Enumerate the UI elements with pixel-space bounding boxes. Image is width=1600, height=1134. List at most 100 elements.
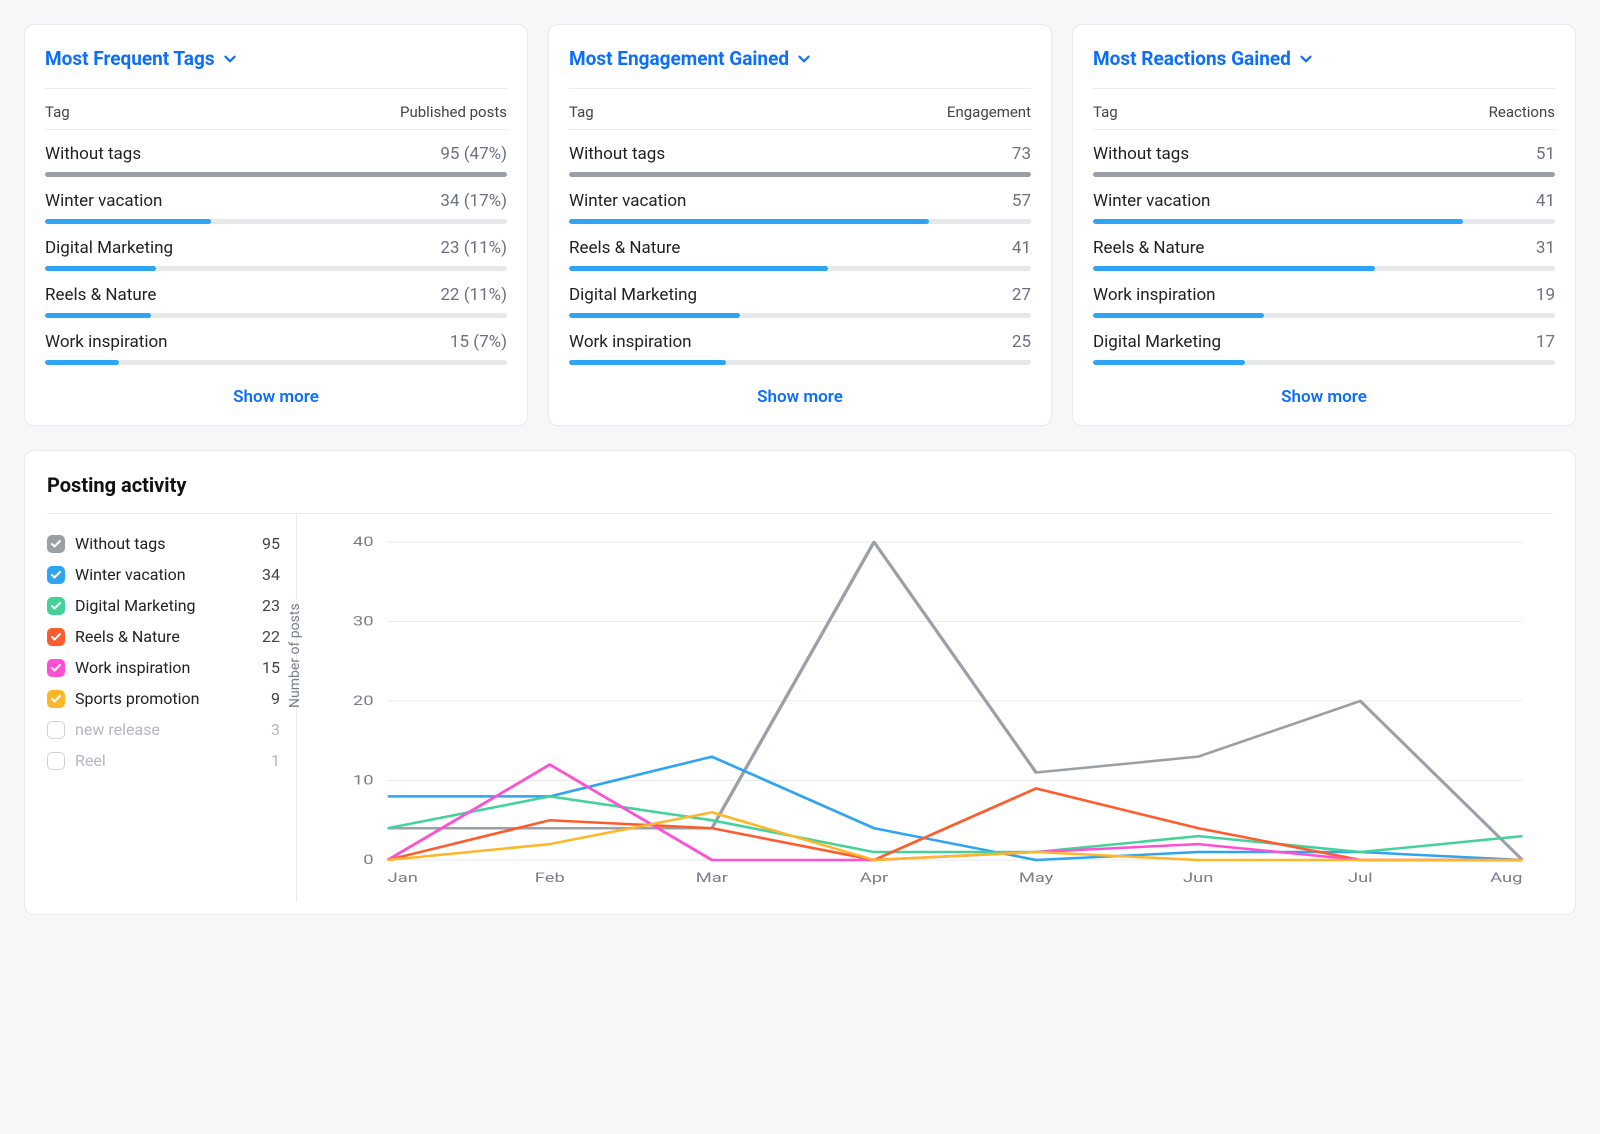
list-item: Without tags95 (47%): [45, 130, 507, 177]
legend-label: Sports promotion: [75, 689, 261, 708]
legend-checkbox[interactable]: [47, 597, 65, 615]
row-value: 57: [1012, 191, 1031, 211]
card-table-head: Tag Engagement: [569, 89, 1031, 130]
legend-value: 22: [262, 627, 280, 646]
posting-chart-area: Number of posts 010203040JanFebMarAprMay…: [297, 514, 1553, 902]
show-more-button[interactable]: Show more: [569, 387, 1031, 407]
list-item: Digital Marketing27: [569, 271, 1031, 318]
svg-text:Jan: Jan: [388, 870, 418, 886]
list-item: Reels & Nature 31: [1093, 224, 1555, 271]
tag-card: Most Frequent Tags Tag Published posts With…: [24, 24, 528, 426]
show-more-button[interactable]: Show more: [1093, 387, 1555, 407]
legend-value: 3: [271, 720, 280, 739]
svg-text:0: 0: [363, 852, 373, 868]
bar-fill: [1093, 360, 1245, 365]
card-title-text: Most Engagement Gained: [569, 47, 789, 70]
legend-label: Reels & Nature: [75, 627, 252, 646]
col-left-label: Tag: [569, 103, 594, 121]
list-item: Work inspiration25: [569, 318, 1031, 365]
row-label: Work inspiration: [45, 332, 168, 352]
row-label: Work inspiration: [1093, 285, 1216, 305]
posting-activity-title: Posting activity: [47, 473, 1553, 514]
row-value: 25: [1012, 332, 1031, 352]
row-value: 27: [1012, 285, 1031, 305]
legend-checkbox[interactable]: [47, 690, 65, 708]
row-label: Without tags: [45, 144, 141, 164]
list-item: Work inspiration 19: [1093, 271, 1555, 318]
list-item: Without tags 51: [1093, 130, 1555, 177]
posting-legend: Without tags95 Winter vacation 34 Digital M…: [47, 514, 297, 902]
card-title-text: Most Frequent Tags: [45, 47, 215, 70]
show-more-button[interactable]: Show more: [45, 387, 507, 407]
chart-series: [388, 788, 1523, 860]
legend-label: Digital Marketing: [75, 596, 252, 615]
tag-card: Most Reactions GainedTagReactionsWithout…: [1072, 24, 1576, 426]
row-label: Without tags: [1093, 144, 1189, 164]
col-right-label: Published posts: [400, 103, 507, 121]
list-item: Digital Marketing17: [1093, 318, 1555, 365]
y-axis-label: Number of posts: [287, 603, 303, 708]
row-label: Digital Marketing: [45, 238, 173, 258]
col-right-label: Engagement: [947, 103, 1031, 121]
legend-label: Without tags: [75, 534, 252, 553]
tag-card: Most Engagement Gained Tag Engagement Witho…: [548, 24, 1052, 426]
row-label: Without tags: [569, 144, 665, 164]
list-item: Winter vacation34 (17%): [45, 177, 507, 224]
row-value: 17: [1536, 332, 1555, 352]
legend-value: 9: [271, 689, 280, 708]
legend-checkbox[interactable]: [47, 535, 65, 553]
row-value: 73: [1012, 144, 1031, 164]
legend-item[interactable]: Reels & Nature 22: [47, 621, 280, 652]
svg-text:Apr: Apr: [860, 870, 889, 886]
card-title[interactable]: Most Engagement Gained: [569, 47, 1031, 89]
list-item: Reels & Nature22 (11%): [45, 271, 507, 318]
legend-item[interactable]: new release3: [47, 714, 280, 745]
list-item: Winter vacation 57: [569, 177, 1031, 224]
card-table-head: TagReactions: [1093, 89, 1555, 130]
bar-track: [45, 360, 507, 365]
legend-item[interactable]: Reel 1: [47, 745, 280, 776]
legend-checkbox[interactable]: [47, 752, 65, 770]
svg-text:40: 40: [353, 534, 374, 550]
row-label: Reels & Nature: [45, 285, 156, 305]
legend-checkbox[interactable]: [47, 721, 65, 739]
legend-value: 1: [271, 751, 280, 770]
svg-text:10: 10: [353, 772, 374, 788]
legend-checkbox[interactable]: [47, 628, 65, 646]
legend-label: Winter vacation: [75, 565, 252, 584]
chevron-down-icon: [1297, 50, 1315, 68]
legend-value: 23: [262, 596, 280, 615]
svg-text:Jun: Jun: [1183, 870, 1213, 886]
chart-series: [388, 757, 1523, 860]
bar-track: [1093, 360, 1555, 365]
legend-value: 34: [262, 565, 280, 584]
legend-checkbox[interactable]: [47, 566, 65, 584]
col-left-label: Tag: [1093, 103, 1118, 121]
legend-item[interactable]: Digital Marketing 23: [47, 590, 280, 621]
row-value: 51: [1536, 144, 1555, 164]
svg-text:Jul: Jul: [1348, 870, 1373, 886]
svg-text:Feb: Feb: [535, 870, 565, 886]
chevron-down-icon: [221, 50, 239, 68]
legend-item[interactable]: Sports promotion 9: [47, 683, 280, 714]
legend-item[interactable]: Work inspiration15: [47, 652, 280, 683]
card-title[interactable]: Most Frequent Tags: [45, 47, 507, 89]
row-value: 19: [1536, 285, 1555, 305]
legend-item[interactable]: Without tags95: [47, 528, 280, 559]
svg-text:May: May: [1019, 870, 1054, 886]
posting-chart: 010203040JanFebMarAprMayJunJulAug: [303, 530, 1545, 890]
legend-checkbox[interactable]: [47, 659, 65, 677]
row-value: 34 (17%): [440, 191, 507, 211]
legend-label: Reel: [75, 751, 261, 770]
row-value: 15 (7%): [450, 332, 507, 352]
row-value: 31: [1536, 238, 1555, 258]
legend-item[interactable]: Winter vacation 34: [47, 559, 280, 590]
row-label: Winter vacation: [569, 191, 686, 211]
row-label: Reels & Nature: [1093, 238, 1204, 258]
bar-track: [569, 360, 1031, 365]
card-title[interactable]: Most Reactions Gained: [1093, 47, 1555, 89]
row-value: 41: [1012, 238, 1031, 258]
legend-label: Work inspiration: [75, 658, 252, 677]
posting-activity-card: Posting activity Without tags95Winter va…: [24, 450, 1576, 915]
col-left-label: Tag: [45, 103, 70, 121]
